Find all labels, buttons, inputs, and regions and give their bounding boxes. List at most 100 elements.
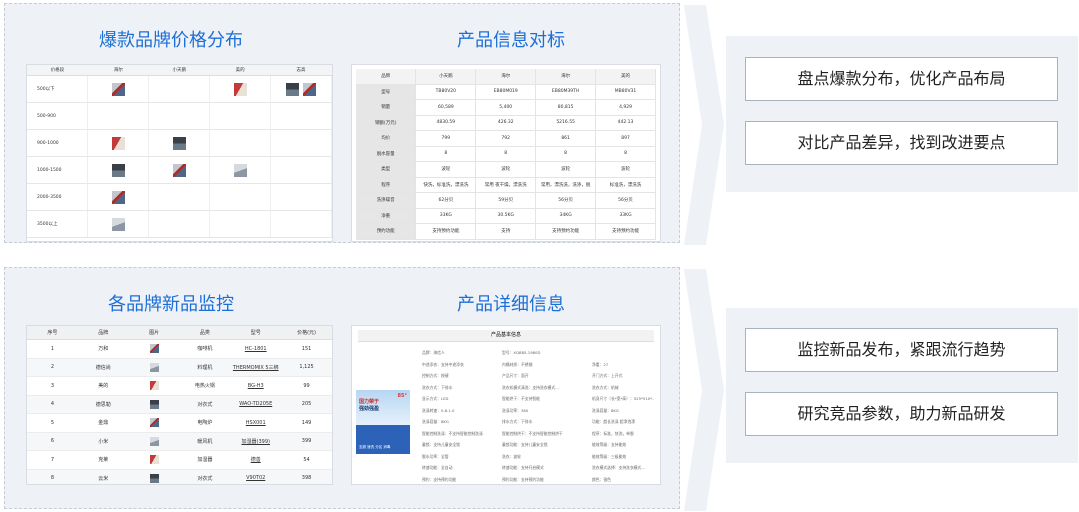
product-detail-title: 产品详细信息	[457, 294, 565, 315]
product-thumbnail	[149, 344, 159, 354]
product-thumbnail	[111, 190, 125, 204]
table-cell: 7	[27, 450, 78, 470]
product-thumbnail	[111, 163, 125, 177]
product-thumbnail	[149, 436, 159, 446]
table-cell: 4,929	[595, 99, 656, 116]
table-cell: 德信尚	[77, 358, 129, 377]
table-cell: 4830.59	[415, 115, 477, 131]
summary-research: 研究竞品参数，助力新品研发	[745, 392, 1058, 436]
table-cell: 波轮	[475, 161, 537, 178]
table-cell	[148, 183, 211, 211]
table-cell	[128, 432, 180, 451]
table-cell	[87, 183, 150, 211]
table-cell	[209, 156, 272, 184]
table-cell: 205	[281, 395, 332, 414]
summary-best-seller: 盘点爆款分布，优化产品布局	[745, 57, 1058, 101]
table-cell: 对衣式	[179, 395, 231, 414]
table-cell: 脱水容量	[356, 146, 417, 162]
price-range-label: 3500以上	[27, 210, 89, 238]
table-cell	[209, 102, 272, 130]
table-row: 2000-3500	[27, 183, 332, 211]
table-cell: 支持	[475, 223, 537, 240]
table-row: 销量 60,589 5,400 80,815 4,929	[356, 99, 656, 116]
table-cell	[128, 413, 180, 433]
spec-text: 洗涤容量：8KG	[422, 419, 449, 424]
table-cell	[87, 210, 150, 238]
column-header: 品类	[179, 326, 231, 340]
table-cell: 销额(万元)	[356, 115, 417, 131]
spec-text: 显示方式：LED	[422, 396, 449, 401]
table-cell: 金鼎	[77, 413, 129, 433]
product-thumbnail	[149, 473, 159, 483]
table-cell: 净重	[356, 208, 417, 224]
model-cell: HC-1801	[230, 339, 282, 359]
spec-text: 洗衣：波轮	[502, 453, 521, 459]
spec-text: 洗衣机模式清洗：支持洗衣模式…	[502, 384, 559, 390]
spec-text: 内桶材质：不锈钢	[502, 361, 533, 367]
table-cell	[209, 210, 272, 238]
table-row: 品牌 小天鹅 海尔 海尔 美的	[356, 69, 656, 85]
price-range-label: 2000-3500	[27, 183, 89, 211]
table-row: 净重 33KG 30.5KG 34KG 33KG	[356, 208, 656, 224]
spec-text: 智能控制烘干：不支持智能控制烘干	[502, 430, 563, 436]
product-thumbnail	[111, 82, 125, 96]
table-cell: 56分贝	[595, 192, 656, 209]
table-cell	[128, 469, 180, 484]
price-range-label: 500-900	[27, 102, 89, 130]
table-cell: 8	[535, 146, 597, 162]
spec-text: 净重：27	[592, 361, 609, 367]
table-cell: 8	[415, 146, 477, 162]
spec-text: 智能控制洗涤：不支持智能控制洗涤	[422, 430, 483, 436]
product-thumbnail	[149, 381, 159, 391]
product-thumbnail	[233, 163, 247, 177]
table-cell: 咖啡机	[179, 339, 231, 359]
table-row: 3 美的 电热火锅 BG-H3 99	[27, 376, 332, 396]
table-cell: 电热火锅	[179, 376, 231, 396]
summary-panel-top: 盘点爆款分布，优化产品布局 对比产品差异，找到改进要点	[726, 36, 1078, 192]
table-cell: 销量	[356, 99, 417, 116]
spec-text: 转速功能：支持开启模式	[502, 465, 544, 470]
table-row: 900-1000	[27, 129, 332, 157]
table-row: 洗涤噪音 62分贝 59分贝 56分贝 56分贝	[356, 192, 656, 209]
table-cell: 861	[535, 130, 597, 147]
table-cell: 德思勒	[77, 395, 129, 414]
table-cell: 8	[595, 146, 656, 162]
table-cell	[209, 183, 272, 211]
promo-footer: 至超 速洗 分区 消毒	[359, 445, 391, 449]
table-cell: 59分贝	[475, 192, 537, 209]
table-cell: 电陶炉	[179, 413, 231, 433]
product-thumbnail	[111, 217, 125, 231]
product-detail-card: 产品基本信息 85° 国力荣于 强劲强盈 至超 速洗 分区 消毒 品牌：海信人 型…	[351, 325, 661, 485]
table-cell: 8	[27, 469, 78, 484]
table-cell	[128, 376, 180, 396]
table-cell: 99	[281, 376, 332, 396]
spec-text: 转速功能：全自动	[422, 465, 453, 470]
arrow-right-icon	[684, 269, 724, 511]
table-cell	[270, 129, 332, 157]
summary-panel-bottom: 监控新品发布，紧跟流行趋势 研究竞品参数，助力新品研发	[726, 308, 1078, 463]
spec-text: 童锁功能：支持儿童安全锁	[502, 442, 548, 447]
table-row: 预约功能 支持预约功能 支持 支持预约功能 支持预约功能	[356, 223, 656, 240]
panel-bottom: 各品牌新品监控 产品详细信息 序号 品牌 图片 品类 型号 价格(元) 1 万和 咖啡机 HC-…	[4, 267, 680, 509]
table-row: 3500以上	[27, 210, 332, 238]
table-cell: 792	[475, 130, 537, 147]
table-cell: 60,589	[415, 99, 477, 116]
table-cell: 对衣式	[179, 469, 231, 484]
table-row: 500以下	[27, 75, 332, 103]
spec-text: 程序：标准，快洗，单脱	[592, 430, 634, 436]
column-header: 型号	[230, 326, 282, 340]
table-cell: 料理机	[179, 358, 231, 377]
table-cell	[270, 183, 332, 211]
price-distribution-title: 爆款品牌价格分布	[99, 30, 243, 51]
table-cell: 1,125	[281, 358, 332, 377]
product-thumbnail	[172, 136, 186, 150]
promo-line2: 强劲强盈	[359, 406, 380, 412]
table-cell: MB80V31	[595, 84, 656, 100]
table-cell: 波轮	[415, 161, 477, 178]
table-row: 2 德信尚 料理机 THERMOMIX 5三绑 1,125	[27, 358, 332, 377]
product-thumbnail	[172, 163, 186, 177]
table-cell: 波轮	[595, 161, 656, 178]
price-range-label: 900-1000	[27, 129, 89, 157]
table-row: 500-900	[27, 102, 332, 130]
table-cell	[128, 450, 180, 470]
